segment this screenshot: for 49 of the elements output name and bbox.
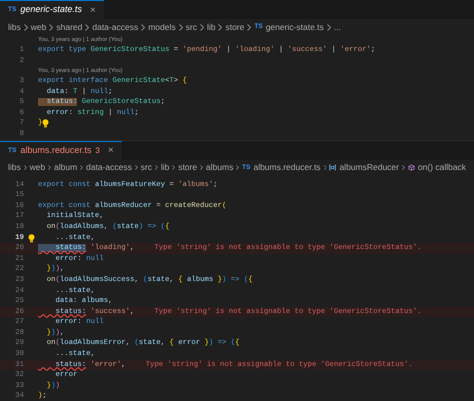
- chevron-icon: [85, 24, 90, 30]
- chevron-icon: [49, 24, 54, 30]
- chevron-icon: [218, 24, 222, 30]
- variable-icon: [329, 163, 336, 172]
- breadcrumb-item[interactable]: libs: [8, 20, 21, 34]
- breadcrumb-item[interactable]: store: [178, 161, 198, 174]
- breadcrumb-item[interactable]: album: [54, 161, 78, 174]
- chevron-icon: [200, 24, 204, 30]
- breadcrumb-item[interactable]: on() callback: [418, 161, 466, 174]
- breadcrumb-item[interactable]: lib: [206, 20, 216, 34]
- lightbulb-icon[interactable]: [28, 234, 34, 243]
- breadcrumb-item[interactable]: data-access: [86, 161, 132, 174]
- breadcrumb-item[interactable]: data-access: [92, 20, 138, 34]
- breadcrumb-item[interactable]: store: [225, 20, 244, 34]
- chevron-icon: [402, 164, 405, 172]
- chevron-icon: [141, 24, 146, 30]
- chevron-icon: [247, 24, 252, 30]
- tab-label: generic-state.ts: [20, 3, 82, 16]
- chevron-icon: [80, 164, 83, 172]
- problem-count: 3: [95, 144, 100, 157]
- chevron-icon: [48, 164, 52, 172]
- lightbulb-icon[interactable]: [42, 119, 50, 128]
- breadcrumb-item[interactable]: models: [148, 20, 176, 34]
- breadcrumb-item[interactable]: web: [30, 161, 46, 174]
- breadcrumb-item[interactable]: web: [30, 20, 46, 34]
- close-button[interactable]: ×: [108, 143, 114, 158]
- chevron-icon: [24, 164, 27, 172]
- chevron-icon: [324, 164, 326, 172]
- chevron-icon: [134, 164, 138, 172]
- chevron-icon: [326, 24, 331, 30]
- breadcrumb-item[interactable]: ...: [334, 20, 341, 34]
- breadcrumb-item[interactable]: shared: [56, 20, 82, 34]
- breadcrumb-item[interactable]: libs: [8, 161, 21, 174]
- cube-icon: [408, 163, 415, 172]
- chevron-icon: [155, 164, 158, 172]
- breadcrumb-item[interactable]: src: [140, 161, 152, 174]
- chevron-icon: [172, 164, 176, 172]
- breadcrumb-item[interactable]: lib: [160, 161, 170, 174]
- chevron-icon: [178, 24, 183, 30]
- chevron-icon: [200, 164, 203, 172]
- close-button[interactable]: ×: [90, 2, 96, 18]
- breadcrumb-item[interactable]: generic-state.ts: [266, 20, 324, 34]
- tab-label: albums.reducer.ts: [20, 144, 92, 157]
- chevron-icon: [24, 24, 28, 30]
- breadcrumb-item[interactable]: albums: [206, 161, 234, 174]
- chevron-icon: [236, 164, 240, 172]
- breadcrumb-item[interactable]: src: [186, 20, 197, 34]
- breadcrumb-item[interactable]: albumsReducer: [339, 161, 399, 174]
- breadcrumb-item[interactable]: albums.reducer.ts: [253, 161, 321, 174]
